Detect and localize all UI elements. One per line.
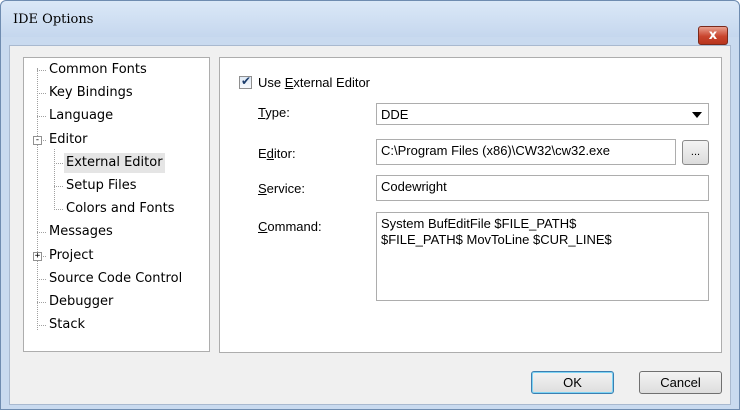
collapse-icon[interactable]: - <box>33 135 42 145</box>
tree-item-messages[interactable]: Messages <box>47 222 115 242</box>
tree-connector <box>54 186 63 187</box>
tree-item-colors-and-fonts[interactable]: Colors and Fonts <box>64 199 177 219</box>
tree-connector <box>37 302 46 303</box>
checkmark-icon: ✔ <box>241 74 252 88</box>
service-value: Codewright <box>381 179 447 194</box>
service-label: Service: <box>258 181 305 196</box>
tree-connector <box>54 209 63 211</box>
editor-path-input[interactable]: C:\Program Files (x86)\CW32\cw32.exe <box>376 139 676 165</box>
service-input[interactable]: Codewright <box>376 175 709 201</box>
tree-item-stack[interactable]: Stack <box>47 315 87 335</box>
tree-item-editor[interactable]: Editor <box>47 130 89 150</box>
use-external-editor-label: Use External Editor <box>258 75 370 90</box>
command-line: System BufEditFile $FILE_PATH$ <box>381 216 577 231</box>
tree-connector <box>54 162 63 164</box>
tree-item-language[interactable]: Language <box>47 106 115 126</box>
browse-editor-button[interactable]: ... <box>682 140 709 165</box>
tree-item-project[interactable]: Project <box>47 246 95 266</box>
type-dropdown[interactable]: DDE <box>376 103 709 125</box>
tree-item-debugger[interactable]: Debugger <box>47 292 115 312</box>
tree-connector <box>37 278 46 280</box>
command-line: $FILE_PATH$ MovToLine $CUR_LINE$ <box>381 232 612 247</box>
type-selected-value: DDE <box>381 107 409 122</box>
close-button[interactable]: x <box>698 26 728 45</box>
tree-connector <box>37 70 46 71</box>
tree-connector <box>37 325 46 327</box>
editor-path-value: C:\Program Files (x86)\CW32\cw32.exe <box>381 143 611 158</box>
tree-item-key-bindings[interactable]: Key Bindings <box>47 83 135 103</box>
options-tree[interactable]: Common Fonts Key Bindings Language - Editor E… <box>23 57 210 352</box>
ellipsis-icon: ... <box>690 146 701 158</box>
dialog-client-area: Common Fonts Key Bindings Language - Editor E… <box>9 45 731 405</box>
tree-connector <box>54 149 55 208</box>
expand-icon[interactable]: + <box>33 251 42 261</box>
ok-button[interactable]: OK <box>531 371 614 394</box>
title-bar[interactable]: IDE Options <box>1 1 739 37</box>
tree-connector <box>37 232 46 234</box>
tree-connector <box>37 116 46 118</box>
type-label: Type: <box>258 105 290 120</box>
tree-item-common-fonts[interactable]: Common Fonts <box>47 60 149 80</box>
tree-item-setup-files[interactable]: Setup Files <box>64 176 139 196</box>
use-external-editor-checkbox[interactable]: ✔ <box>239 74 252 89</box>
dropdown-arrow-icon <box>692 112 702 118</box>
external-editor-panel: ✔ Use External Editor Type: DDE Editor: … <box>219 57 722 353</box>
ide-options-dialog: IDE Options x Common Fonts Key Bindings La… <box>0 0 740 410</box>
tree-item-source-code-control[interactable]: Source Code Control <box>47 269 184 289</box>
command-textarea[interactable]: System BufEditFile $FILE_PATH$ $FILE_PAT… <box>376 212 709 301</box>
cancel-button[interactable]: Cancel <box>639 371 722 394</box>
window-title: IDE Options <box>13 12 94 27</box>
command-label: Command: <box>258 219 322 234</box>
tree-connector <box>37 93 46 95</box>
close-icon: x <box>708 28 718 43</box>
tree-item-external-editor[interactable]: External Editor <box>64 152 165 173</box>
tree-connector <box>37 68 38 330</box>
editor-label: Editor: <box>258 146 296 161</box>
